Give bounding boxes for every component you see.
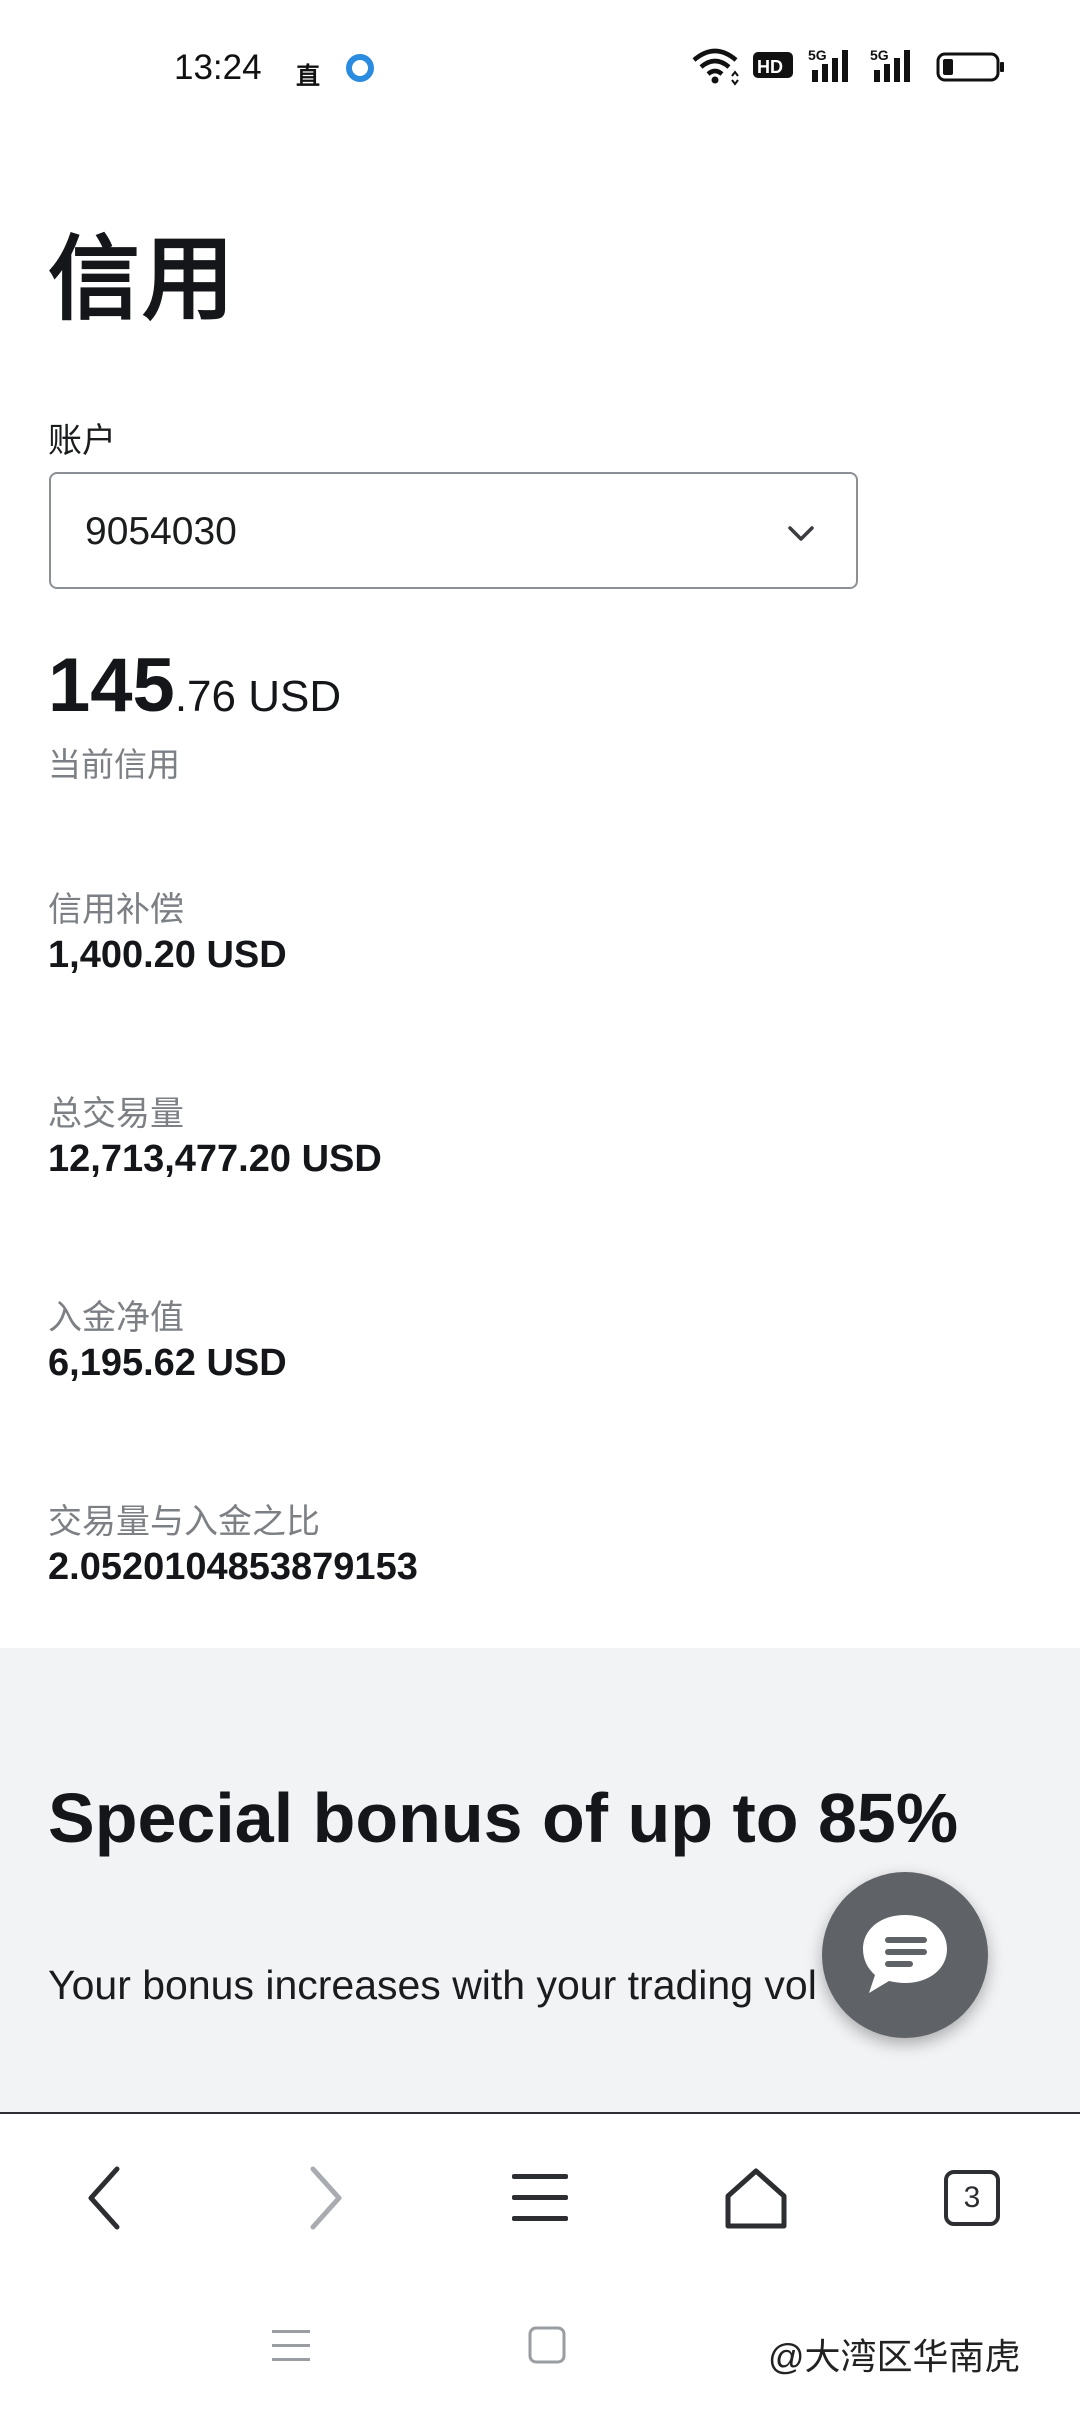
credit-compensation-label: 信用补偿 xyxy=(48,891,184,929)
status-bar: 13:24 直 HD 5G 5G xyxy=(0,0,1080,130)
tabs-button[interactable]: 3 xyxy=(932,2158,1012,2238)
back-button[interactable] xyxy=(66,2158,146,2238)
menu-button[interactable] xyxy=(500,2158,580,2238)
svg-text:HD: HD xyxy=(757,57,783,77)
net-deposit-label: 入金净值 xyxy=(48,1299,184,1337)
5g-signal-icon: 5G xyxy=(808,47,848,82)
total-volume-label: 总交易量 xyxy=(48,1095,184,1133)
net-deposit-value: 6,195.62 USD xyxy=(48,1342,287,1384)
recent-apps-icon[interactable] xyxy=(266,2320,316,2370)
page: 13:24 直 HD 5G 5G 信用 账户 9054030 145.76 US… xyxy=(0,0,1080,2412)
account-value: 9054030 xyxy=(85,510,237,553)
wifi-icon xyxy=(692,48,739,86)
home-nav-icon[interactable] xyxy=(522,2320,572,2370)
home-button[interactable] xyxy=(716,2158,796,2238)
current-credit-amount: 145.76 USD xyxy=(48,642,341,729)
svg-text:5G: 5G xyxy=(870,47,889,63)
home-icon xyxy=(725,2168,787,2229)
status-indicator: 直 xyxy=(296,63,320,90)
status-time: 13:24 xyxy=(174,48,262,87)
back-icon xyxy=(88,2166,120,2230)
account-label: 账户 xyxy=(48,422,116,460)
credit-integer: 145 xyxy=(48,643,175,728)
volume-deposit-ratio-value: 2.0520104853879153 xyxy=(48,1546,418,1588)
app-status-icon xyxy=(346,54,374,82)
total-volume-value: 12,713,477.20 USD xyxy=(48,1138,382,1180)
battery-icon xyxy=(936,52,1004,82)
account-select[interactable]: 9054030 xyxy=(49,472,858,589)
svg-text:5G: 5G xyxy=(808,47,827,63)
chevron-down-icon xyxy=(788,526,814,541)
credit-decimal: .76 xyxy=(174,672,236,721)
volume-deposit-ratio-label: 交易量与入金之比 xyxy=(48,1503,320,1541)
browser-toolbar: 3 xyxy=(0,2112,1080,2280)
page-title: 信用 xyxy=(48,229,237,331)
menu-icon xyxy=(512,2174,568,2221)
forward-icon xyxy=(310,2166,342,2230)
forward-button[interactable] xyxy=(284,2158,364,2238)
current-credit-caption: 当前信用 xyxy=(48,746,180,783)
promo-title: Special bonus of up to 85% xyxy=(48,1779,959,1857)
credit-currency: USD xyxy=(235,672,342,721)
chat-bubble-icon xyxy=(863,1915,947,1993)
hd-icon: HD xyxy=(753,52,793,78)
watermark: @大湾区华南虎 xyxy=(768,2336,1021,2377)
credit-compensation-value: 1,400.20 USD xyxy=(48,934,287,976)
promo-text: Your bonus increases with your trading v… xyxy=(48,1962,817,2008)
chat-button[interactable] xyxy=(822,1872,988,2038)
5g-signal-icon-2: 5G xyxy=(870,47,910,82)
tabs-icon: 3 xyxy=(944,2170,1000,2226)
